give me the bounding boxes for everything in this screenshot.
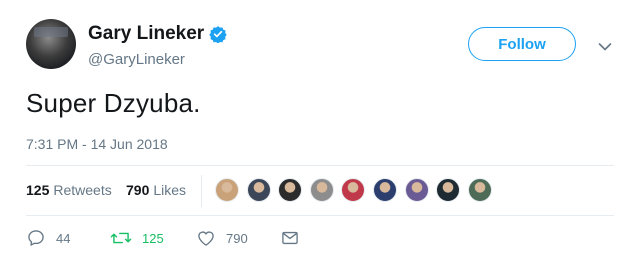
tweet-timestamp[interactable]: 7:31 PM - 14 Jun 2018 (26, 136, 168, 152)
liker-avatar[interactable] (309, 178, 334, 202)
heart-icon (198, 231, 214, 246)
verified-badge-icon (209, 25, 227, 43)
retweets-count: 125 (26, 182, 50, 198)
like-action[interactable]: 790 (196, 228, 248, 248)
envelope-icon (282, 231, 298, 245)
retweets-stat[interactable]: 125 Retweets (26, 182, 112, 198)
chevron-down-icon[interactable] (598, 39, 612, 51)
likes-label: Likes (153, 182, 187, 198)
reply-action[interactable]: 44 (26, 228, 70, 248)
user-handle[interactable]: @GaryLineker (88, 51, 185, 68)
liker-avatar[interactable] (436, 178, 461, 202)
direct-message-action[interactable] (280, 228, 300, 248)
divider (26, 215, 614, 216)
liker-avatar[interactable] (372, 178, 397, 202)
tweet-text: Super Dzyuba. (26, 88, 201, 118)
retweet-icon (110, 232, 132, 244)
liker-avatar[interactable] (467, 178, 492, 202)
display-name[interactable]: Gary Lineker (88, 23, 204, 45)
reply-count: 44 (56, 230, 71, 246)
tweet-header: Gary Lineker @GaryLineker Follow (26, 19, 616, 75)
reply-icon (28, 230, 44, 246)
liker-avatar[interactable] (341, 178, 366, 202)
retweet-action[interactable]: 125 (110, 228, 164, 248)
retweets-label: Retweets (53, 182, 112, 198)
stats-separator (201, 175, 202, 207)
avatar[interactable] (26, 19, 76, 69)
name-row: Gary Lineker (88, 23, 227, 45)
retweet-count: 125 (142, 230, 164, 246)
likes-stat[interactable]: 790 Likes (126, 182, 186, 198)
like-count: 790 (226, 230, 248, 246)
follow-button[interactable]: Follow (468, 27, 576, 61)
tweet-actions: 44 125 790 (26, 228, 426, 252)
engagement-stats: 125 Retweets 790 Likes (26, 165, 614, 215)
likes-count: 790 (126, 182, 150, 198)
liker-avatar[interactable] (404, 178, 429, 202)
liker-avatar[interactable] (278, 178, 303, 202)
liker-avatar[interactable] (215, 178, 239, 202)
likers-avatars (215, 178, 499, 202)
liker-avatar[interactable] (246, 178, 271, 202)
